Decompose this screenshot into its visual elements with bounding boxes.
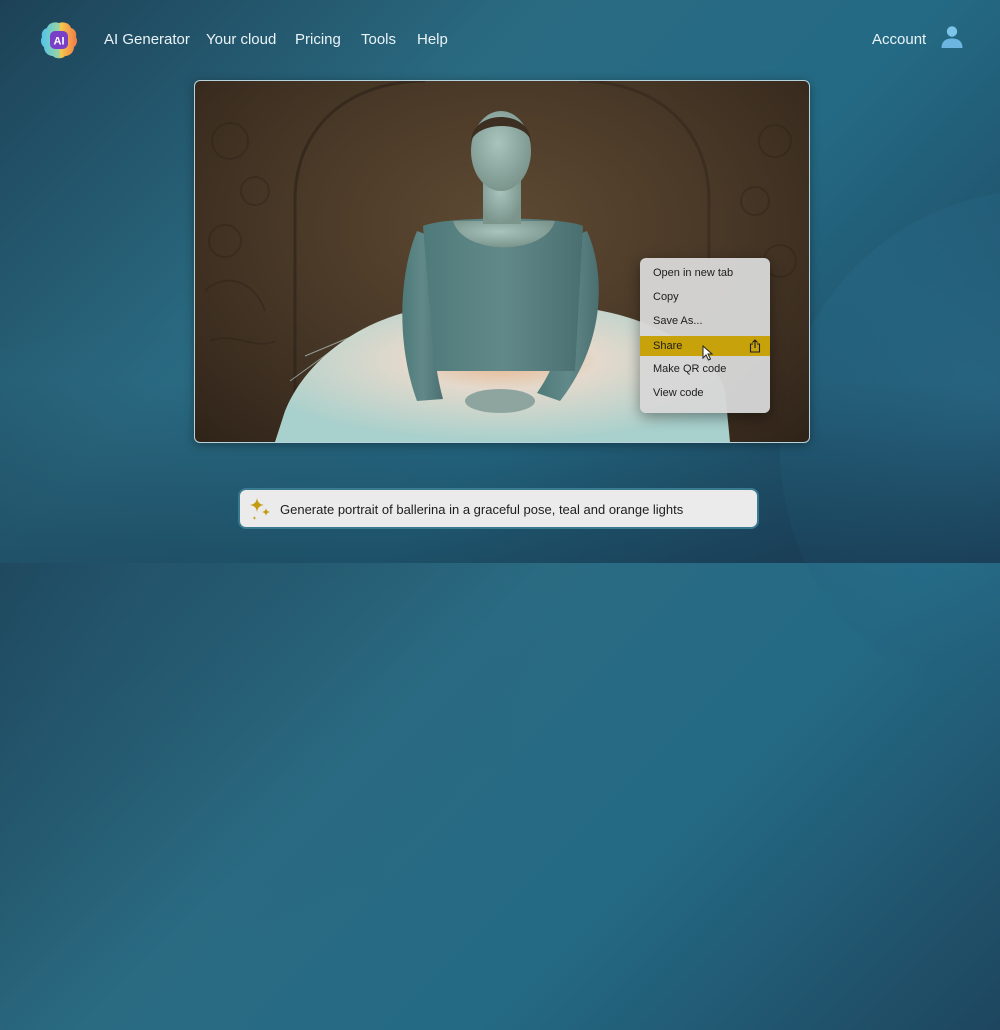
nav-link-your-cloud[interactable]: Your cloud: [206, 31, 276, 48]
menu-item-save-as[interactable]: Save As...: [640, 311, 770, 331]
menu-item-label: Save As...: [653, 315, 703, 327]
nav-link-ai-generator[interactable]: AI Generator: [104, 31, 190, 48]
menu-item-copy[interactable]: Copy: [640, 287, 770, 307]
menu-item-make-qr-code[interactable]: Make QR code: [640, 359, 770, 379]
context-menu: Open in new tab Copy Save As... Share Ma…: [640, 258, 770, 413]
top-navigation: AI AI Generator Your cloud Pricing Tools…: [0, 0, 1000, 80]
menu-item-label: View code: [653, 387, 704, 399]
nav-link-tools[interactable]: Tools: [361, 31, 396, 48]
menu-item-label: Make QR code: [653, 363, 727, 375]
sparkle-icon: [250, 498, 270, 520]
menu-item-label: Open in new tab: [653, 267, 734, 279]
nav-link-help[interactable]: Help: [417, 31, 448, 48]
menu-item-label: Share: [653, 340, 683, 352]
mouse-cursor-icon: [702, 345, 714, 361]
prompt-text: Generate portrait of ballerina in a grac…: [280, 502, 684, 517]
share-icon: [749, 339, 761, 353]
prompt-input[interactable]: Generate portrait of ballerina in a grac…: [238, 488, 759, 529]
logo[interactable]: AI: [40, 20, 78, 60]
menu-item-label: Copy: [653, 291, 679, 303]
menu-item-view-code[interactable]: View code: [640, 383, 770, 403]
brain-logo-icon: AI: [40, 22, 78, 59]
menu-item-open-in-new-tab[interactable]: Open in new tab: [640, 263, 770, 283]
account-link[interactable]: Account: [872, 31, 926, 48]
nav-link-pricing[interactable]: Pricing: [295, 31, 341, 48]
user-icon[interactable]: [940, 25, 964, 49]
logo-text: AI: [54, 36, 65, 48]
